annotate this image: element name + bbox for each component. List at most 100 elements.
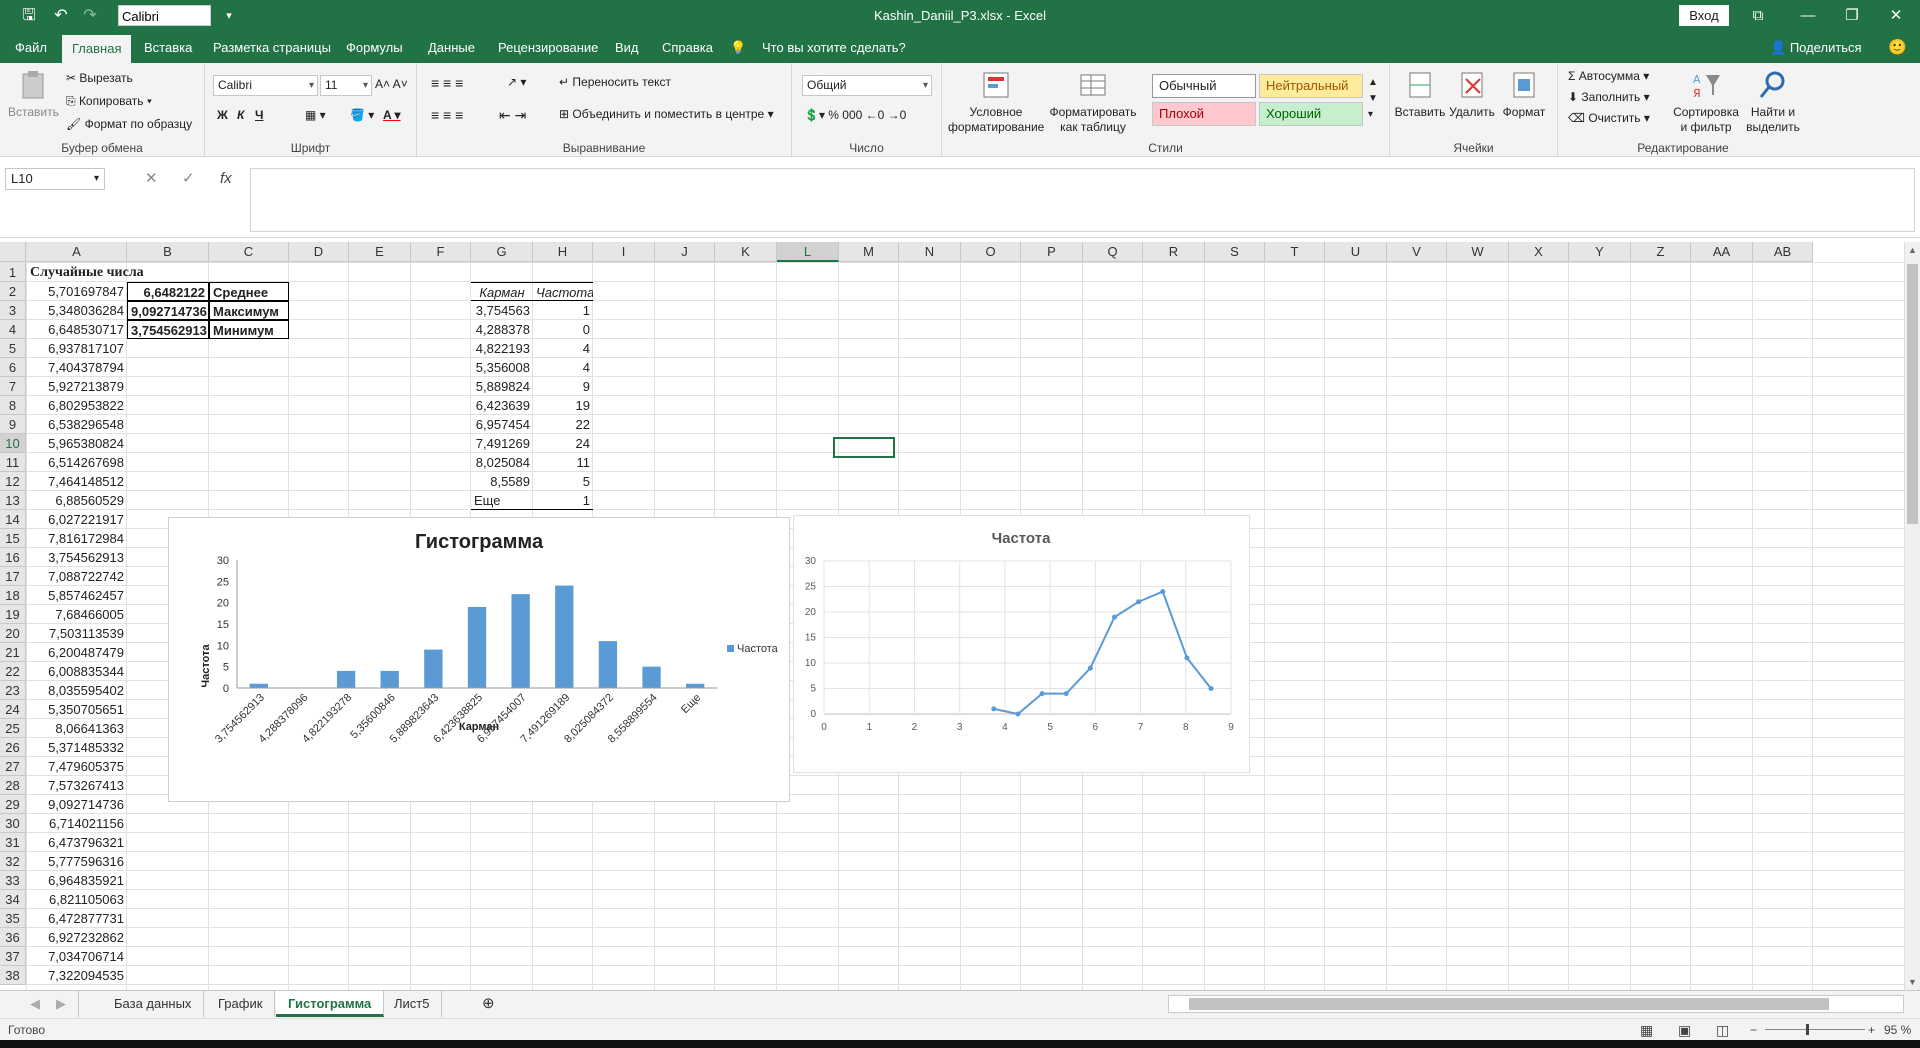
cell-g4[interactable]: 4,288378 [471,320,533,339]
col-header-s[interactable]: S [1205,242,1265,262]
histogram-bar[interactable] [511,594,530,688]
sheet-tab-histogram[interactable]: Гистограмма [276,991,385,1017]
cell-a30[interactable]: 6,714021156 [27,814,127,833]
sheet-tab-graph[interactable]: График [206,991,276,1017]
delete-cells-button[interactable]: Удалить [1446,69,1498,120]
wrap-text-button[interactable]: ↵ Переносить текст [559,75,671,89]
smiley-icon[interactable]: 🙂 [1878,32,1917,63]
selected-cell-l10[interactable] [833,437,895,458]
cell-a17[interactable]: 7,088722742 [27,567,127,586]
insert-function-icon[interactable]: fx [220,168,232,190]
cell-a9[interactable]: 6,538296548 [27,415,127,434]
row-header-7[interactable]: 7 [0,377,26,396]
row-header-20[interactable]: 20 [0,624,26,643]
row-header-4[interactable]: 4 [0,320,26,339]
font-name-select[interactable]: Calibri ▾ [213,75,318,96]
row-header-9[interactable]: 9 [0,415,26,434]
col-header-i[interactable]: I [593,242,655,262]
row-header-14[interactable]: 14 [0,510,26,529]
cell-h11[interactable]: 11 [533,453,593,472]
cell-a6[interactable]: 7,404378794 [27,358,127,377]
zoom-slider[interactable] [1765,1029,1865,1030]
cell-a36[interactable]: 6,927232862 [27,928,127,947]
col-header-g[interactable]: G [471,242,533,262]
tab-review[interactable]: Рецензирование [488,32,608,63]
col-header-n[interactable]: N [899,242,961,262]
data-point[interactable] [1136,599,1142,605]
cell-g2[interactable]: Карман [471,282,533,301]
ribbon-display-icon[interactable]: ⧉ [1735,0,1781,32]
font-color-icon[interactable]: A ▾ [383,108,401,122]
formula-input[interactable] [250,168,1915,232]
cell-h3[interactable]: 1 [533,301,593,320]
cell-a22[interactable]: 6,008835344 [27,662,127,681]
orientation-icon[interactable]: ↗ ▾ [507,75,526,89]
cell-a25[interactable]: 8,06641363 [27,719,127,738]
data-point[interactable] [1208,686,1214,691]
cell-g8[interactable]: 6,423639 [471,396,533,415]
cell-a3[interactable]: 5,348036284 [27,301,127,320]
row-header-2[interactable]: 2 [0,282,26,301]
col-header-d[interactable]: D [289,242,349,262]
tab-page-layout[interactable]: Разметка страницы [203,32,341,63]
cell-a38[interactable]: 7,322094535 [27,966,127,985]
frequency-line-chart[interactable]: Частота 0 5 10 15 20 25 30 0 1 2 3 4 5 6 7 8 9 [793,515,1250,773]
cell-g10[interactable]: 7,491269 [471,434,533,453]
cell-g6[interactable]: 5,356008 [471,358,533,377]
data-point[interactable] [1111,614,1117,620]
col-header-aa[interactable]: AA [1691,242,1753,262]
data-point[interactable] [1184,655,1190,661]
row-header-15[interactable]: 15 [0,529,26,548]
col-header-q[interactable]: Q [1083,242,1143,262]
tab-view[interactable]: Вид [605,32,649,63]
histogram-bar[interactable] [686,683,705,688]
cell-a2[interactable]: 5,701697847 [27,282,127,301]
scroll-thumb[interactable] [1907,264,1918,524]
histogram-chart[interactable]: Гистограмма Частота Карман 0 5 10 15 20 25 30 … [168,517,790,802]
cell-a29[interactable]: 9,092714736 [27,795,127,814]
page-break-icon[interactable]: ◫ [1716,1019,1729,1041]
cell-h8[interactable]: 19 [533,396,593,415]
cell-a21[interactable]: 6,200487479 [27,643,127,662]
col-header-c[interactable]: C [209,242,289,262]
col-header-ab[interactable]: AB [1753,242,1813,262]
cell-a15[interactable]: 7,816172984 [27,529,127,548]
cell-g13[interactable]: Еще [471,491,533,510]
cell-a20[interactable]: 7,503113539 [27,624,127,643]
borders-icon[interactable]: ▦ ▾ [305,108,326,122]
row-header-10[interactable]: 10 [0,434,26,453]
col-header-b[interactable]: B [127,242,209,262]
histogram-bar[interactable] [642,666,661,688]
histogram-bar[interactable] [424,649,443,688]
col-header-p[interactable]: P [1021,242,1083,262]
cell-a12[interactable]: 7,464148512 [27,472,127,491]
cell-a13[interactable]: 6,88560529 [27,491,127,510]
col-header-l[interactable]: L [777,242,839,262]
style-neutral[interactable]: Нейтральный [1259,74,1363,98]
cell-a31[interactable]: 6,473796321 [27,833,127,852]
row-header-38[interactable]: 38 [0,966,26,985]
cell-c2[interactable]: Среднее [209,282,289,301]
cell-a37[interactable]: 7,034706714 [27,947,127,966]
style-good[interactable]: Хороший [1259,102,1363,126]
tell-me-search[interactable]: Что вы хотите сделать? [752,32,916,63]
row-header-8[interactable]: 8 [0,396,26,415]
cell-a34[interactable]: 6,821105063 [27,890,127,909]
row-header-34[interactable]: 34 [0,890,26,909]
cell-a16[interactable]: 3,754562913 [27,548,127,567]
number-format-select[interactable]: Общий ▾ [802,75,932,96]
bold-button[interactable]: Ж [217,108,228,122]
histogram-bar[interactable] [555,585,574,688]
col-header-k[interactable]: K [715,242,777,262]
fill-button[interactable]: ⬇ Заполнить ▾ [1568,90,1650,104]
cell-a19[interactable]: 7,68466005 [27,605,127,624]
paste-button[interactable]: Вставить [8,69,59,120]
tab-formulas[interactable]: Формулы [336,32,413,63]
add-sheet-icon[interactable]: ⊕ [470,991,507,1017]
cell-h6[interactable]: 4 [533,358,593,377]
row-header-24[interactable]: 24 [0,700,26,719]
col-header-h[interactable]: H [533,242,593,262]
row-header-35[interactable]: 35 [0,909,26,928]
h-scroll-thumb[interactable] [1189,998,1829,1010]
format-as-table-button[interactable]: Форматировать как таблицу [1048,69,1138,135]
